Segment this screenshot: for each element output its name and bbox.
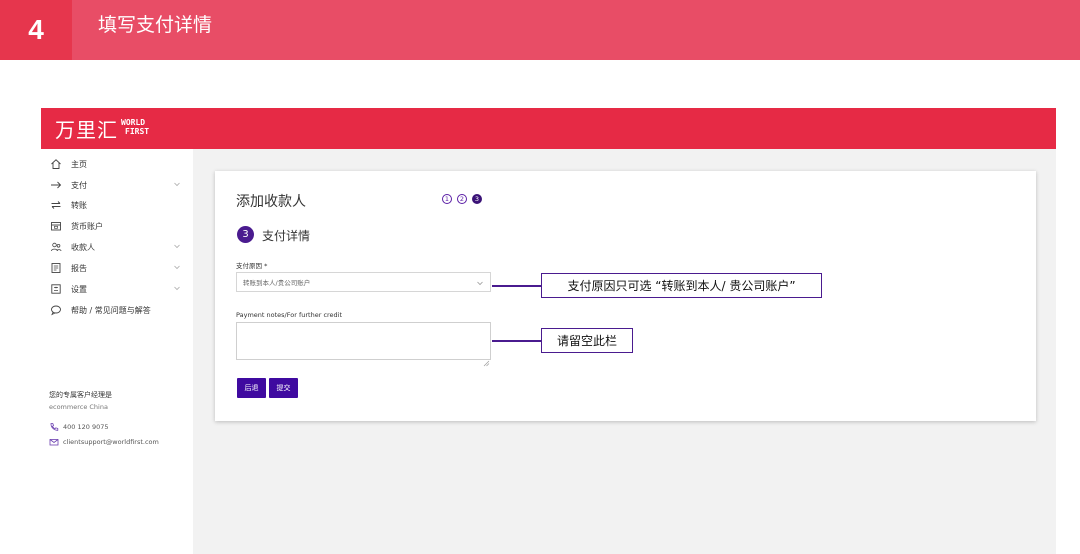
section-title: 支付详情: [262, 229, 311, 243]
callout-reason-note: 支付原因只可选 “转账到本人/ 贵公司账户”: [541, 273, 822, 298]
transfer-icon: [47, 199, 65, 211]
step-number-block: 4: [0, 0, 72, 60]
sidebar-item-reports[interactable]: 报告: [47, 259, 183, 277]
resize-grip-icon[interactable]: [483, 352, 490, 371]
settings-icon: [47, 283, 65, 295]
payment-reason-value: 转账到本人/贵公司账户: [243, 279, 311, 287]
sidebar-item-label: 支付: [71, 180, 87, 190]
sidebar-item-payees[interactable]: 收款人: [47, 238, 183, 256]
sidebar-item-settings[interactable]: 设置: [47, 280, 183, 298]
logo-chinese[interactable]: 万里汇: [55, 114, 118, 143]
callout-notes-note: 请留空此栏: [541, 328, 633, 353]
callout-connector-notes: [492, 340, 542, 342]
people-icon: [47, 241, 65, 253]
sidebar-item-transfer[interactable]: 转账: [47, 196, 183, 214]
callout-connector-reason: [492, 285, 542, 287]
report-icon: [47, 262, 65, 274]
wallet-icon: [47, 220, 65, 232]
account-manager-name: ecommerce China: [49, 403, 108, 411]
submit-button[interactable]: 提交: [269, 378, 298, 398]
support-phone[interactable]: 400 120 9075: [49, 421, 109, 433]
chevron-down-icon: [476, 279, 484, 289]
logo-english-line2: FIRST: [125, 127, 150, 136]
instruction-banner: 4 填写支付详情: [0, 0, 1080, 60]
sidebar-item-payment[interactable]: 支付: [47, 176, 183, 194]
sidebar: 主页 支付 转账 货币账户 收款人 报告 设置 帮助 / 常见问题与解答 您的专…: [41, 149, 191, 554]
home-icon: [47, 158, 65, 170]
app-header: 万里汇 WORLD FIRST: [41, 108, 1056, 149]
phone-icon: [49, 422, 61, 432]
account-manager-title: 您的专属客户经理是: [49, 391, 112, 399]
step-indicator: 1 2 3: [442, 194, 482, 204]
sidebar-item-currency-accounts[interactable]: 货币账户: [47, 217, 183, 235]
step-dot-2[interactable]: 2: [457, 194, 467, 204]
support-email[interactable]: clientsupport@worldfirst.com: [49, 436, 159, 448]
logo-english-line1: WORLD: [121, 118, 146, 127]
payment-notes-textarea[interactable]: [236, 322, 491, 360]
logo-english[interactable]: WORLD FIRST: [121, 118, 149, 136]
mail-icon: [49, 437, 61, 447]
payment-reason-select[interactable]: 转账到本人/贵公司账户: [236, 272, 491, 292]
sidebar-item-help[interactable]: 帮助 / 常见问题与解答: [47, 301, 183, 319]
step-dot-3: 3: [472, 194, 482, 204]
chevron-down-icon: [173, 284, 181, 294]
sidebar-item-label: 收款人: [71, 242, 95, 252]
chevron-down-icon: [173, 263, 181, 273]
arrow-right-icon: [47, 179, 65, 191]
banner-title: 填写支付详情: [98, 14, 213, 36]
sidebar-item-label: 主页: [71, 159, 87, 169]
support-phone-number: 400 120 9075: [63, 423, 109, 431]
sidebar-item-label: 货币账户: [71, 221, 103, 231]
help-chat-icon: [47, 304, 65, 316]
step-badge: 3: [237, 226, 254, 243]
page-title: 添加收款人: [236, 194, 306, 210]
sidebar-item-label: 帮助 / 常见问题与解答: [71, 305, 151, 315]
sidebar-item-label: 设置: [71, 284, 87, 294]
chevron-down-icon: [173, 242, 181, 252]
support-email-address: clientsupport@worldfirst.com: [63, 438, 159, 446]
payment-reason-label: 支付原因 *: [236, 262, 268, 270]
sidebar-item-label: 报告: [71, 263, 87, 273]
sidebar-item-label: 转账: [71, 200, 87, 210]
payment-notes-label: Payment notes/For further credit: [236, 311, 343, 319]
step-dot-1[interactable]: 1: [442, 194, 452, 204]
sidebar-item-home[interactable]: 主页: [47, 155, 183, 173]
chevron-down-icon: [173, 180, 181, 190]
back-button[interactable]: 后退: [237, 378, 266, 398]
